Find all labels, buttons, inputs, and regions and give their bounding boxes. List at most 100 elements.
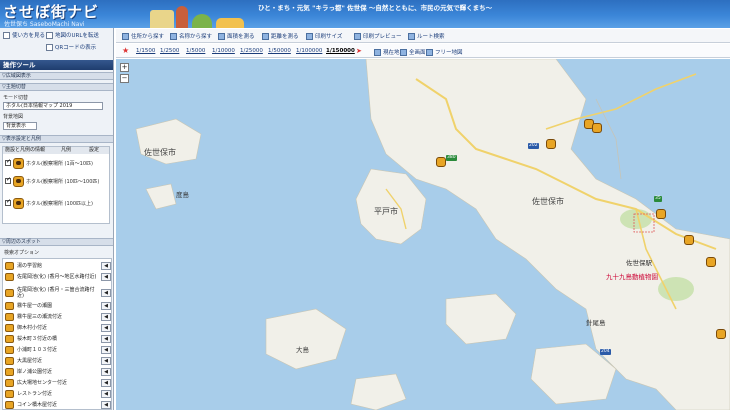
print-size-button[interactable]: 印刷サイズ: [306, 32, 342, 40]
toolbar-label: 住所から探す: [131, 34, 165, 40]
spot-go-button[interactable]: ◀: [101, 273, 111, 281]
layer-label: ホタル(観察場所 (100匹以上): [26, 200, 93, 207]
spot-go-button[interactable]: ◀: [101, 313, 111, 321]
spot-go-button[interactable]: ◀: [101, 346, 111, 354]
spot-item[interactable]: 御木村小付近 ◀: [5, 324, 111, 332]
spot-go-button[interactable]: ◀: [101, 401, 111, 409]
scale-option[interactable]: 1/50000: [268, 48, 291, 54]
print-preview-button[interactable]: 印刷プレビュー: [354, 32, 402, 40]
help-button[interactable]: 使い方を見る: [3, 31, 45, 39]
spot-go-button[interactable]: ◀: [101, 379, 111, 387]
fullscreen-button[interactable]: 全画面: [400, 48, 426, 56]
qr-label: QRコードの表示: [55, 45, 97, 51]
scale-option[interactable]: 1/1500: [136, 48, 155, 54]
zoom-out-button[interactable]: −: [120, 74, 129, 83]
star-icon: ★: [122, 46, 130, 55]
section-spots[interactable]: ▽周辺のスポット: [0, 238, 113, 246]
qr-button[interactable]: QRコードの表示: [46, 43, 96, 51]
scale-option[interactable]: 1/2500: [160, 48, 179, 54]
layer-checkbox[interactable]: [5, 198, 11, 206]
spot-item[interactable]: 小浦町１０３付近 ◀: [5, 346, 111, 354]
spot-go-button[interactable]: ◀: [101, 335, 111, 343]
spot-item[interactable]: レストラン付近 ◀: [5, 390, 111, 398]
scale-bar: ★ 1/1500 1/2500 1/5000 1/10000 1/25000 1…: [116, 44, 730, 58]
spot-item[interactable]: コイン橋木屋付近 ◀: [5, 401, 111, 409]
scale-option[interactable]: 1/100000: [296, 48, 322, 54]
route-search-button[interactable]: ルート検索: [408, 32, 445, 40]
firefly-map-marker[interactable]: [656, 209, 666, 219]
spot-item[interactable]: 佐尾岡池(化) (香月～地区水路付近) ◀: [5, 273, 111, 281]
measure-area-button[interactable]: 面積を測る: [218, 32, 255, 40]
free-map-button[interactable]: フリー地図: [426, 48, 463, 56]
search-icon: [122, 32, 129, 40]
spot-item[interactable]: 大黒屋付近 ◀: [5, 357, 111, 365]
map-icon: [426, 48, 433, 56]
layer-checkbox[interactable]: [5, 158, 11, 166]
scale-option[interactable]: 1/10000: [212, 48, 235, 54]
map-canvas[interactable]: 佐世保市 平戸市 佐世保市 佐世保駅 九十九島動植物園 針尾島 大島 度島 38…: [116, 59, 730, 410]
background-select-value: 背景表示: [6, 123, 27, 129]
layer-checkbox[interactable]: [5, 176, 11, 184]
spot-name: レストラン付近: [17, 391, 53, 397]
layer-row[interactable]: ホタル(観察場所 (100匹以上): [5, 196, 93, 210]
spot-item[interactable]: 湯の学習館 ◀: [5, 262, 111, 270]
spot-name: 御木村小付近: [17, 325, 48, 331]
spot-go-button[interactable]: ◀: [101, 357, 111, 365]
theme-select-value: ホタル(日本情報マップ 2019: [6, 103, 73, 109]
firefly-pin-icon: [5, 324, 14, 332]
firefly-pin-icon: [13, 157, 24, 169]
url-label: 地図のURLを転送: [55, 33, 99, 39]
measure-distance-button[interactable]: 距離を測る: [262, 32, 299, 40]
firefly-map-marker[interactable]: [684, 235, 694, 245]
layer-row[interactable]: ホタル(観察場所 (1百～10匹): [5, 156, 93, 170]
spot-item[interactable]: 広大場地センター付近 ◀: [5, 379, 111, 387]
map-label: 度島: [176, 191, 189, 199]
section-theme[interactable]: ▽主題切替: [0, 83, 113, 91]
background-select[interactable]: 背景表示: [3, 122, 37, 130]
firefly-map-marker[interactable]: [436, 157, 446, 167]
background-label: 背景地図: [3, 114, 24, 120]
spot-go-button[interactable]: ◀: [101, 390, 111, 398]
scale-option[interactable]: 1/25000: [240, 48, 263, 54]
spot-item[interactable]: 霧牛屋一の瀬園 ◀: [5, 302, 111, 310]
spot-item[interactable]: 岸ノ浦公園付近 ◀: [5, 368, 111, 376]
firefly-map-marker[interactable]: [716, 329, 726, 339]
left-panel: 使い方を見る 地図のURLを転送 QRコードの表示 操作ツール ▽広域図表示 ▽…: [0, 28, 114, 410]
layer-table: 施設と凡例の情報 凡例 設定 ホタル(観察場所 (1百～10匹) ホタル(観察場…: [2, 146, 110, 224]
scale-option[interactable]: 1/5000: [186, 48, 205, 54]
search-option-link[interactable]: 検索オプション: [4, 249, 39, 256]
spot-go-button[interactable]: ◀: [101, 289, 111, 297]
spot-go-button[interactable]: ◀: [101, 368, 111, 376]
url-button[interactable]: 地図のURLを転送: [46, 31, 99, 39]
layer-label: ホタル(観察場所 (1百～10匹): [26, 160, 93, 167]
current-location-button[interactable]: 現在地: [374, 48, 400, 56]
route-shield: 35: [654, 196, 662, 202]
name-search-button[interactable]: 名称から探す: [170, 32, 212, 40]
route-shield: 202: [528, 143, 539, 149]
firefly-map-marker[interactable]: [706, 257, 716, 267]
arrow-icon: ➤: [356, 47, 362, 55]
address-search-button[interactable]: 住所から探す: [122, 32, 164, 40]
spot-go-button[interactable]: ◀: [101, 262, 111, 270]
layer-col-setting: 設定: [89, 147, 100, 153]
preview-icon: [354, 32, 361, 40]
route-icon: [408, 32, 415, 40]
area-icon: [218, 32, 225, 40]
spot-go-button[interactable]: ◀: [101, 302, 111, 310]
spot-item[interactable]: 霧牛屋三の瀬流付近 ◀: [5, 313, 111, 321]
map-label: 針尾島: [586, 319, 606, 327]
scale-option-active[interactable]: 1/150000: [326, 48, 355, 54]
spot-item[interactable]: 佐尾岡池(化) (香月・三箇合流路付近) ◀: [5, 287, 111, 299]
toolbar-label: 名称から探す: [179, 34, 213, 40]
theme-select[interactable]: ホタル(日本情報マップ 2019: [3, 102, 103, 110]
firefly-map-marker[interactable]: [546, 139, 556, 149]
firefly-map-marker[interactable]: [592, 123, 602, 133]
section-wide-map[interactable]: ▽広域図表示: [0, 72, 113, 80]
header-tagline: ひと・まち・元気 "キラっ都" 佐世保 ～自然とともに、市民の元気で輝くまち～: [258, 4, 493, 12]
print-icon: [306, 32, 313, 40]
section-layers[interactable]: ▽表示設定と凡例: [0, 135, 113, 143]
spot-go-button[interactable]: ◀: [101, 324, 111, 332]
layer-row[interactable]: ホタル(観察場所 (10匹～100匹): [5, 174, 99, 188]
zoom-in-button[interactable]: +: [120, 63, 129, 72]
spot-item[interactable]: 桜木町３付近の橋 ◀: [5, 335, 111, 343]
